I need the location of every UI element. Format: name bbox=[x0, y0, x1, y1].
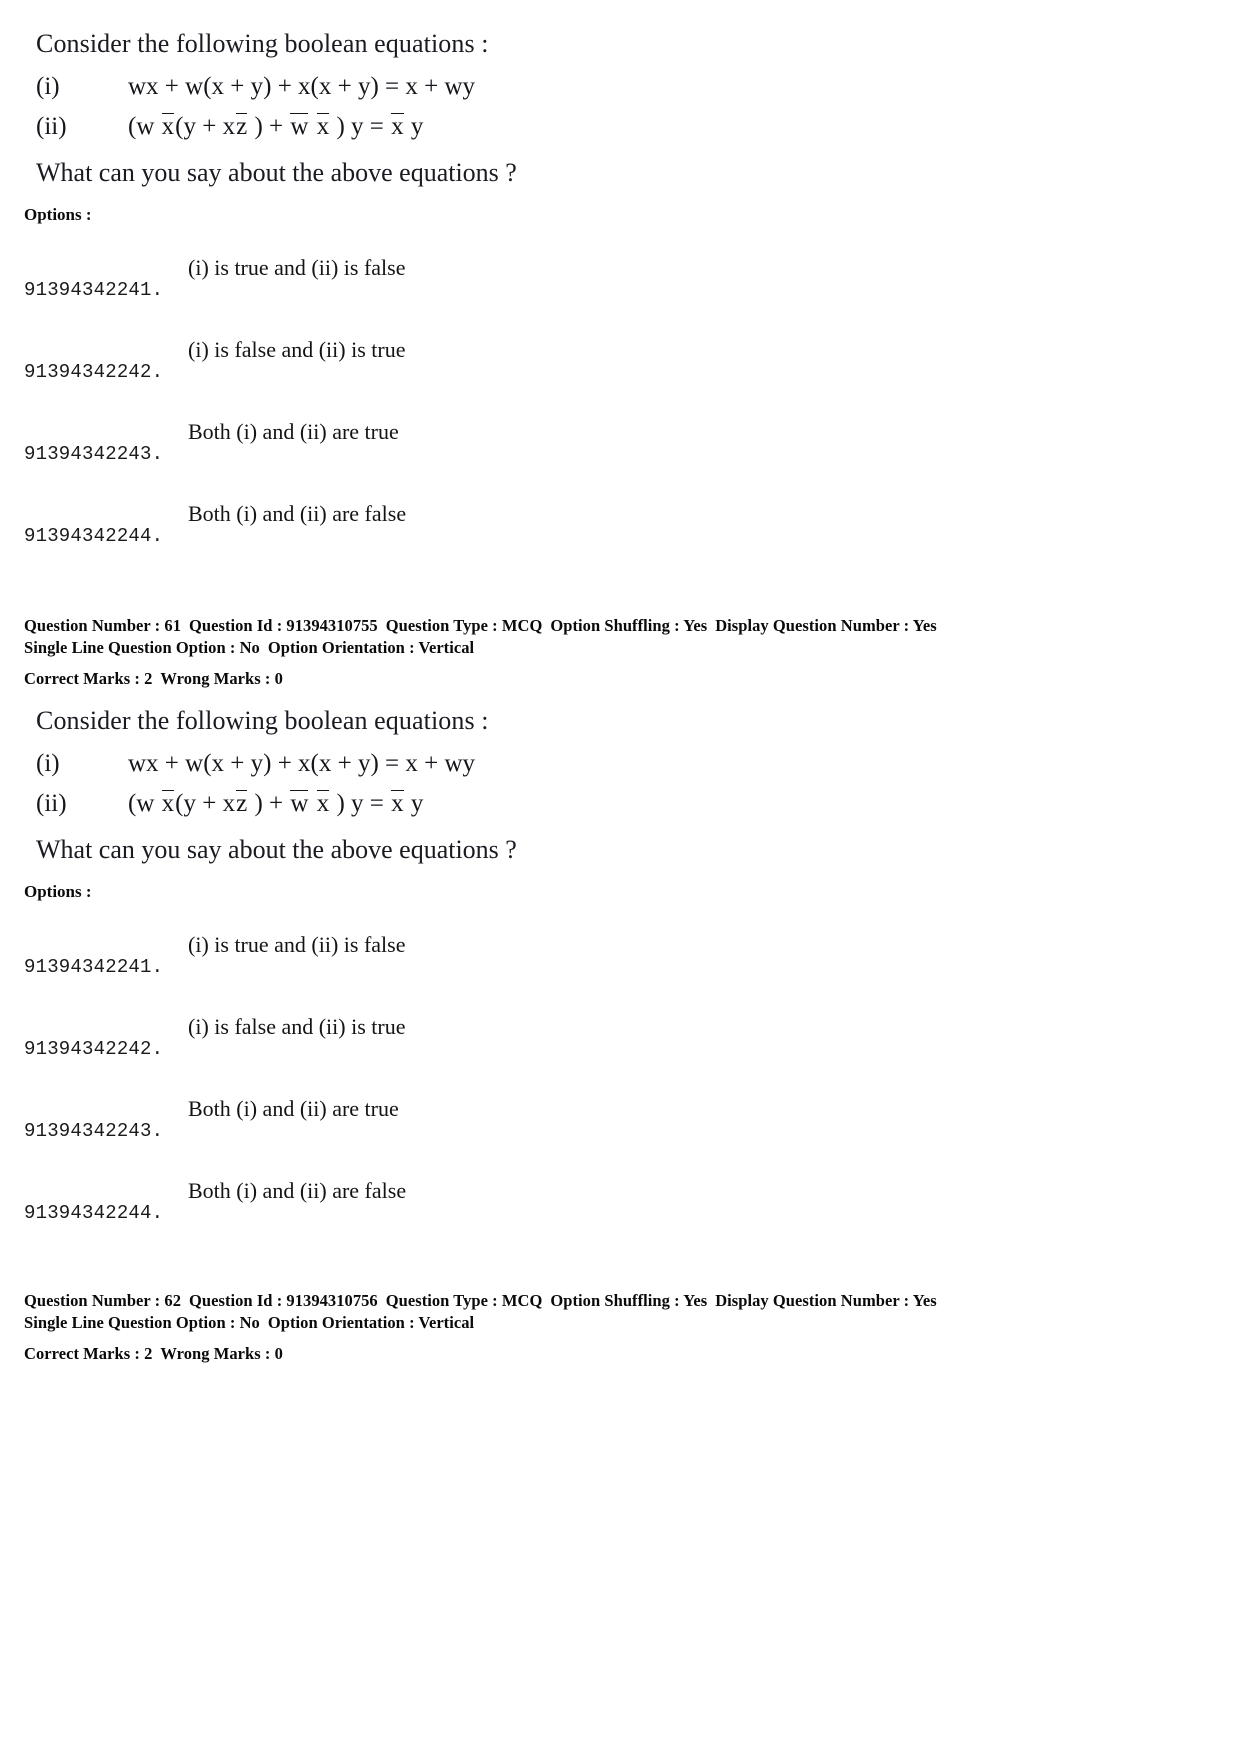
option-row[interactable]: 91394342244. Both (i) and (ii) are false bbox=[0, 481, 1240, 563]
meta-option-shuffling: Option Shuffling : Yes bbox=[550, 616, 708, 635]
meta-question-type: Question Type : MCQ bbox=[385, 616, 543, 635]
options-heading: Options : bbox=[24, 205, 92, 224]
option-id: 91394342243. bbox=[24, 443, 164, 465]
meta-question-id: Question Id : 91394310756 bbox=[189, 1291, 378, 1311]
option-text: (i) is false and (ii) is true bbox=[188, 337, 406, 362]
equation-expression: (w x(y + xz ) + w x ) y = x y bbox=[128, 112, 424, 140]
question-stem: Consider the following boolean equations… bbox=[36, 29, 489, 58]
meta-wrong-marks: Wrong Marks : 0 bbox=[160, 668, 283, 688]
option-id: 91394342243. bbox=[24, 1120, 164, 1143]
option-text: Both (i) and (ii) are false bbox=[188, 1178, 407, 1204]
option-row[interactable]: 91394342241. (i) is true and (ii) is fal… bbox=[0, 235, 1240, 317]
meta-question-number: Question Number : 61 bbox=[24, 616, 181, 635]
meta-display-question-number: Display Question Number : Yes bbox=[715, 1291, 937, 1311]
equation-row: (ii) (w x(y + xz ) + w x ) y = x y bbox=[36, 112, 1240, 141]
option-text: Both (i) and (ii) are true bbox=[188, 419, 399, 444]
option-text: (i) is true and (ii) is false bbox=[188, 255, 406, 280]
option-row[interactable]: 91394342242. (i) is false and (ii) is tr… bbox=[0, 317, 1240, 399]
meta-question-number: Question Number : 62 bbox=[24, 1291, 181, 1311]
option-text: Both (i) and (ii) are true bbox=[188, 1096, 399, 1122]
option-id: 91394342241. bbox=[24, 956, 164, 979]
option-text: (i) is true and (ii) is false bbox=[188, 932, 406, 958]
option-id: 91394342242. bbox=[24, 361, 164, 383]
option-text: (i) is false and (ii) is true bbox=[188, 1014, 406, 1040]
meta-single-line-option: Single Line Question Option : No bbox=[24, 1313, 260, 1333]
equation-label: (ii) bbox=[36, 112, 67, 140]
equation-label: (ii) bbox=[36, 789, 67, 817]
equation-row: (i) wx + w(x + y) + x(x + y) = x + wy bbox=[36, 750, 1240, 778]
option-id: 91394342244. bbox=[24, 525, 164, 547]
option-row[interactable]: 91394342243. Both (i) and (ii) are true bbox=[0, 399, 1240, 481]
equation-label: (i) bbox=[36, 72, 60, 100]
meta-question-type: Question Type : MCQ bbox=[385, 1291, 543, 1311]
meta-correct-marks: Correct Marks : 2 bbox=[24, 1343, 153, 1363]
option-row[interactable]: 91394342242. (i) is false and (ii) is tr… bbox=[0, 994, 1240, 1076]
option-row[interactable]: 91394342241. (i) is true and (ii) is fal… bbox=[0, 912, 1240, 994]
equation-expression: wx + w(x + y) + x(x + y) = x + wy bbox=[128, 72, 476, 100]
equation-row: (ii) (w x(y + xz ) + w x ) y = x y bbox=[36, 789, 1240, 818]
options-list: 91394342241. (i) is true and (ii) is fal… bbox=[0, 235, 1240, 563]
meta-correct-marks: Correct Marks : 2 bbox=[24, 668, 153, 688]
option-id: 91394342244. bbox=[24, 1202, 164, 1225]
question-stem: Consider the following boolean equations… bbox=[36, 706, 489, 736]
meta-display-question-number: Display Question Number : Yes bbox=[715, 616, 937, 635]
exam-page: Consider the following boolean equations… bbox=[0, 0, 1240, 1754]
option-id: 91394342242. bbox=[24, 1038, 164, 1061]
option-id: 91394342241. bbox=[24, 279, 164, 301]
meta-question-id: Question Id : 91394310755 bbox=[189, 616, 378, 635]
meta-wrong-marks: Wrong Marks : 0 bbox=[160, 1343, 283, 1363]
meta-option-orientation: Option Orientation : Vertical bbox=[267, 637, 475, 657]
option-row[interactable]: 91394342244. Both (i) and (ii) are false bbox=[0, 1158, 1240, 1240]
option-row[interactable]: 91394342243. Both (i) and (ii) are true bbox=[0, 1076, 1240, 1158]
meta-option-shuffling: Option Shuffling : Yes bbox=[550, 1291, 708, 1311]
meta-option-orientation: Option Orientation : Vertical bbox=[267, 1313, 475, 1333]
options-list: 91394342241. (i) is true and (ii) is fal… bbox=[0, 912, 1240, 1240]
equation-label: (i) bbox=[36, 749, 60, 777]
question-block: Consider the following boolean equations… bbox=[0, 689, 1240, 1240]
question-block: Consider the following boolean equations… bbox=[0, 0, 1240, 563]
question-closing-line: What can you say about the above equatio… bbox=[36, 834, 517, 864]
question-metadata: Question Number : 62 Question Id : 913943… bbox=[24, 1290, 1240, 1364]
options-heading: Options : bbox=[24, 882, 92, 902]
equation-expression: wx + w(x + y) + x(x + y) = x + wy bbox=[128, 749, 476, 777]
meta-single-line-option: Single Line Question Option : No bbox=[24, 637, 260, 657]
question-metadata: Question Number : 61 Question Id : 913943… bbox=[24, 615, 1240, 689]
equation-expression: (w x(y + xz ) + w x ) y = x y bbox=[128, 789, 424, 817]
question-closing-line: What can you say about the above equatio… bbox=[36, 157, 517, 187]
option-text: Both (i) and (ii) are false bbox=[188, 501, 407, 526]
equation-row: (i) wx + w(x + y) + x(x + y) = x + wy bbox=[36, 73, 1240, 101]
